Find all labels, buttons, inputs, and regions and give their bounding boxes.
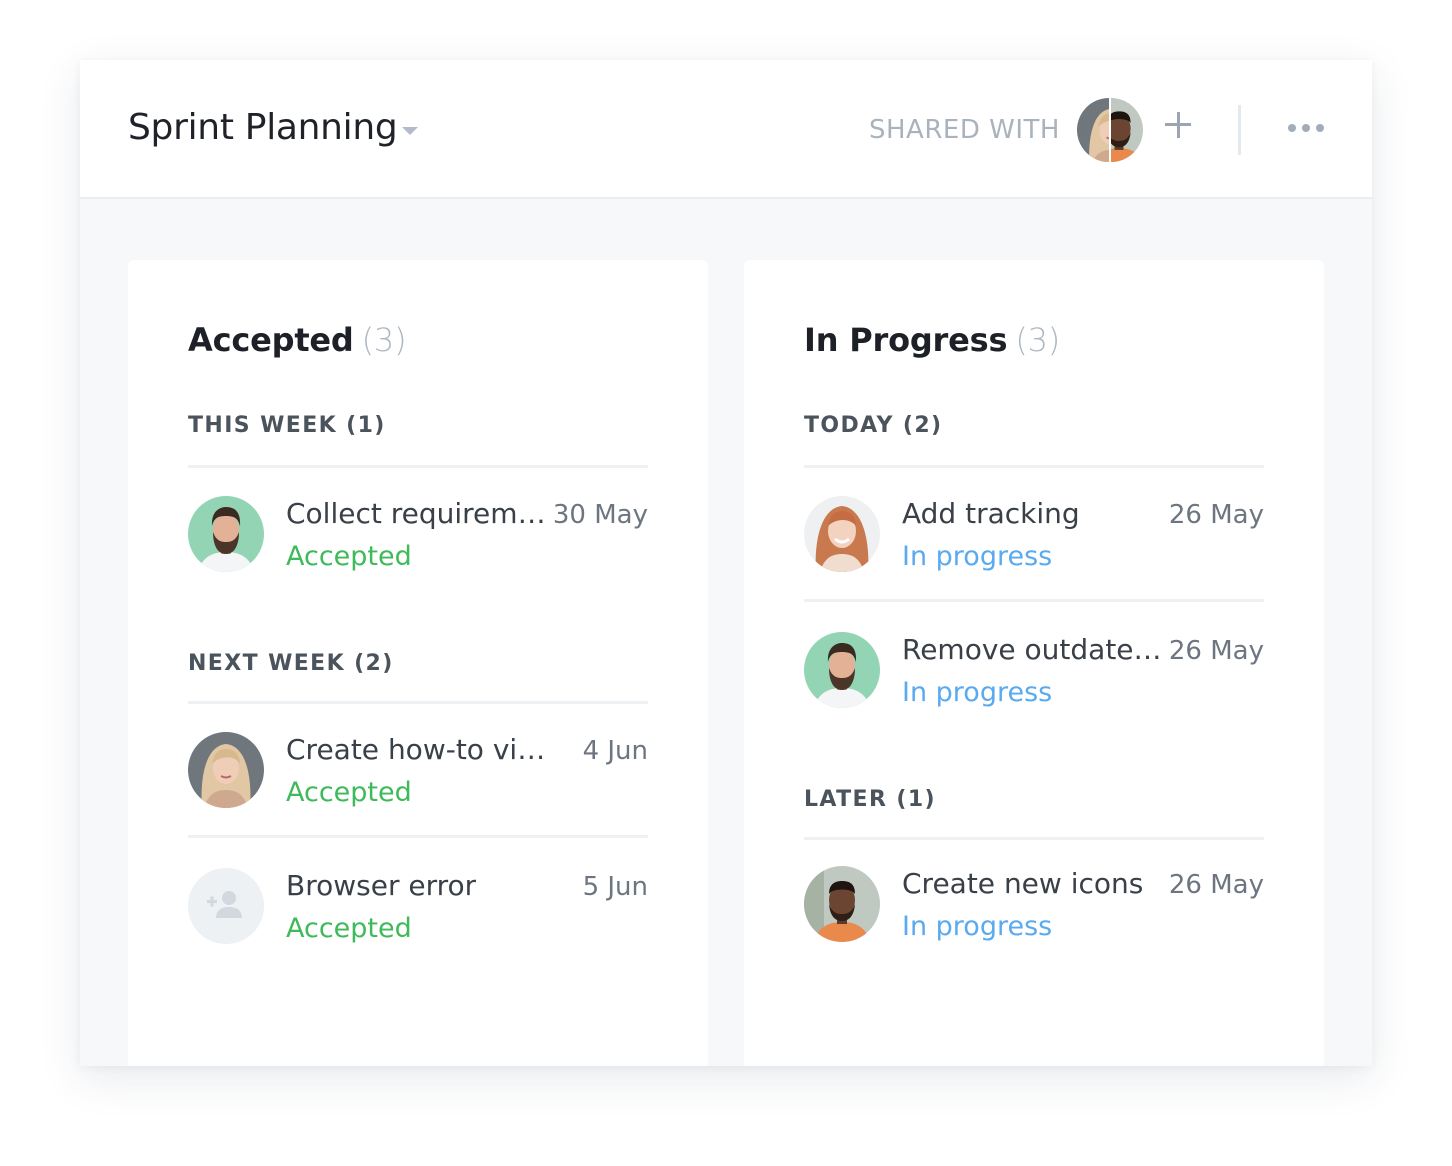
avatar (188, 496, 264, 572)
task-date: 4 Jun (582, 736, 648, 766)
task-name: Create new icons (902, 867, 1144, 900)
divider (804, 465, 1264, 468)
column-accepted: Accepted (3) THIS WEEK (1) Collect requir… (128, 260, 708, 1066)
shared-avatars[interactable] (1075, 96, 1145, 164)
column-in-progress: In Progress (3) TODAY (2) Add tracking 26… (744, 260, 1324, 1066)
group-label: NEXT WEEK (2) (188, 651, 394, 676)
task-card[interactable]: Create how-to video 4 Jun Accepted (188, 732, 648, 822)
group-label: LATER (1) (804, 787, 936, 812)
board-title[interactable]: Sprint Planning (128, 106, 398, 150)
task-date: 26 May (1168, 500, 1264, 530)
task-name: Add tracking (902, 497, 1080, 530)
task-card[interactable]: Remove outdated... 26 May In progress (804, 632, 1264, 722)
more-options-icon[interactable] (1288, 120, 1328, 140)
avatar (804, 866, 880, 942)
chevron-down-icon[interactable] (402, 127, 418, 135)
avatar (804, 496, 880, 572)
task-name: Browser error (286, 869, 477, 902)
task-card[interactable]: Add tracking 26 May In progress (804, 496, 1264, 586)
task-status: Accepted (286, 913, 412, 944)
avatar[interactable] (1109, 96, 1145, 164)
column-count: (3) (1015, 321, 1061, 359)
task-date: 5 Jun (582, 872, 648, 902)
group-label: THIS WEEK (1) (188, 413, 386, 438)
task-status: In progress (902, 677, 1053, 708)
task-name: Create how-to video (286, 733, 548, 766)
group-label: TODAY (2) (804, 413, 943, 438)
header-divider (1238, 105, 1241, 155)
task-date: 26 May (1168, 636, 1264, 666)
avatar (188, 732, 264, 808)
task-status: Accepted (286, 541, 412, 572)
task-date: 26 May (1168, 870, 1264, 900)
shared-with-label: SHARED WITH (869, 115, 1060, 145)
task-name: Remove outdated... (902, 633, 1164, 666)
board-window: Sprint Planning SHARED WITH Accepted (3) … (80, 60, 1372, 1066)
task-card[interactable]: Browser error 5 Jun Accepted (188, 868, 648, 958)
divider (804, 599, 1264, 602)
divider (188, 701, 648, 704)
task-card[interactable]: Collect requireme... 30 May Accepted (188, 496, 648, 586)
task-status: Accepted (286, 777, 412, 808)
board-header: Sprint Planning SHARED WITH (80, 60, 1372, 199)
column-count: (3) (361, 321, 407, 359)
divider (804, 837, 1264, 840)
task-status: In progress (902, 911, 1053, 942)
task-name: Collect requireme... (286, 497, 548, 530)
task-status: In progress (902, 541, 1053, 572)
task-card[interactable]: Create new icons 26 May In progress (804, 866, 1264, 956)
column-title: In Progress (3) (804, 321, 1061, 359)
divider (188, 465, 648, 468)
add-assignee-icon[interactable] (188, 868, 264, 944)
column-title: Accepted (3) (188, 321, 407, 359)
add-share-plus-icon[interactable] (1163, 110, 1193, 140)
avatar (804, 632, 880, 708)
task-date: 30 May (552, 500, 648, 530)
divider (188, 835, 648, 838)
